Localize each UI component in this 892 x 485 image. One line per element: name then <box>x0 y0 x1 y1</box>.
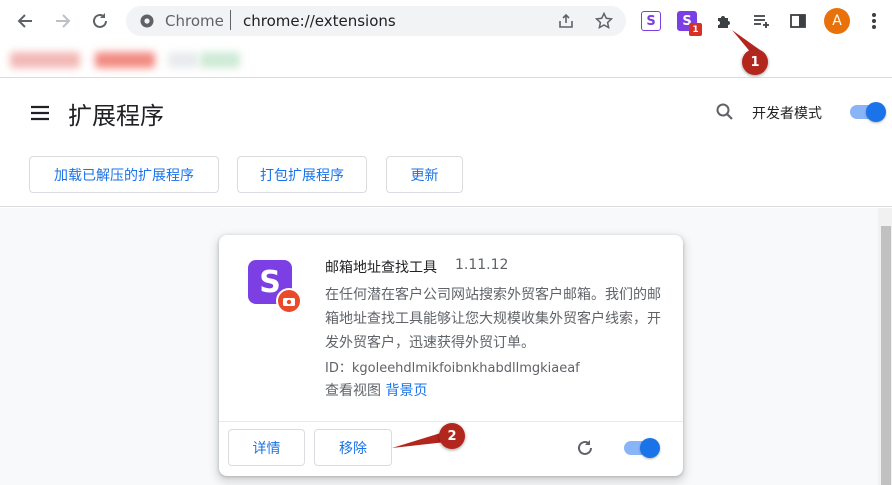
extension-name: 邮箱地址查找工具 <box>325 260 437 276</box>
extension-id: ID：kgoleehdlmikfoibnkhabdllmgkiaeaf <box>325 361 580 376</box>
developer-mode-label: 开发者模式 <box>752 106 822 122</box>
annotation-marker-2: 2 <box>439 423 465 449</box>
inspect-views-label: 查看视图 <box>325 383 381 399</box>
chrome-icon <box>140 14 154 28</box>
address-bar[interactable]: Chrome chrome://extensions <box>126 6 626 36</box>
more-vert-icon <box>872 13 876 29</box>
blurred-bookmark[interactable] <box>168 52 198 68</box>
toggle-knob <box>866 102 886 122</box>
update-button[interactable]: 更新 <box>386 156 463 193</box>
camera-badge-icon <box>276 288 302 314</box>
profile-avatar[interactable]: A <box>824 8 850 34</box>
share-icon[interactable] <box>558 13 574 29</box>
back-button[interactable] <box>12 8 38 34</box>
scrollbar-thumb[interactable] <box>881 226 891 485</box>
background-page-link[interactable]: 背景页 <box>385 383 427 399</box>
search-button[interactable] <box>716 103 734 125</box>
pack-extension-button[interactable]: 打包扩展程序 <box>237 156 367 193</box>
inspect-views: 查看视图 背景页 <box>325 380 427 400</box>
extension-description: 在任何潜在客户公司网站搜索外贸客户邮箱。我们的邮箱地址查找工具能够让您大规模收集… <box>325 287 661 351</box>
page-title: 扩展程序 <box>68 102 164 130</box>
reload-icon <box>93 13 107 28</box>
load-unpacked-button[interactable]: 加载已解压的扩展程序 <box>29 156 219 193</box>
extension-version: 1.11.12 <box>455 257 509 273</box>
omnibox-chrome-label: Chrome <box>165 12 224 30</box>
url-text[interactable]: chrome://extensions <box>243 12 396 30</box>
profile-initial: A <box>832 13 842 29</box>
hamburger-menu-button[interactable] <box>30 105 50 125</box>
blurred-bookmark[interactable] <box>95 52 155 68</box>
reload-extension-button[interactable] <box>576 439 594 461</box>
reload-icon <box>578 440 592 455</box>
extension-badge: 1 <box>689 23 702 36</box>
blurred-bookmark[interactable] <box>10 52 80 68</box>
search-icon <box>716 103 733 120</box>
back-arrow-icon <box>17 14 32 28</box>
blurred-bookmark[interactable] <box>200 52 240 68</box>
reload-button[interactable] <box>87 8 113 34</box>
details-button[interactable]: 详情 <box>228 429 305 466</box>
hamburger-icon <box>31 105 49 121</box>
bookmark-star-icon[interactable] <box>595 12 613 30</box>
extension-s-outline-icon[interactable]: S <box>641 11 661 31</box>
remove-button[interactable]: 移除 <box>314 429 392 466</box>
omnibox-separator <box>230 10 231 30</box>
forward-arrow-icon <box>56 14 71 28</box>
toggle-knob <box>640 438 660 458</box>
side-panel-button[interactable] <box>788 11 808 31</box>
annotation-marker-1: 1 <box>742 49 768 75</box>
card-divider <box>219 421 683 422</box>
chrome-menu-button[interactable] <box>864 11 884 31</box>
forward-button[interactable] <box>50 8 76 34</box>
side-panel-icon <box>790 14 806 28</box>
extensions-header: 扩展程序 开发者模式 加载已解压的扩展程序 打包扩展程序 更新 <box>0 79 892 207</box>
